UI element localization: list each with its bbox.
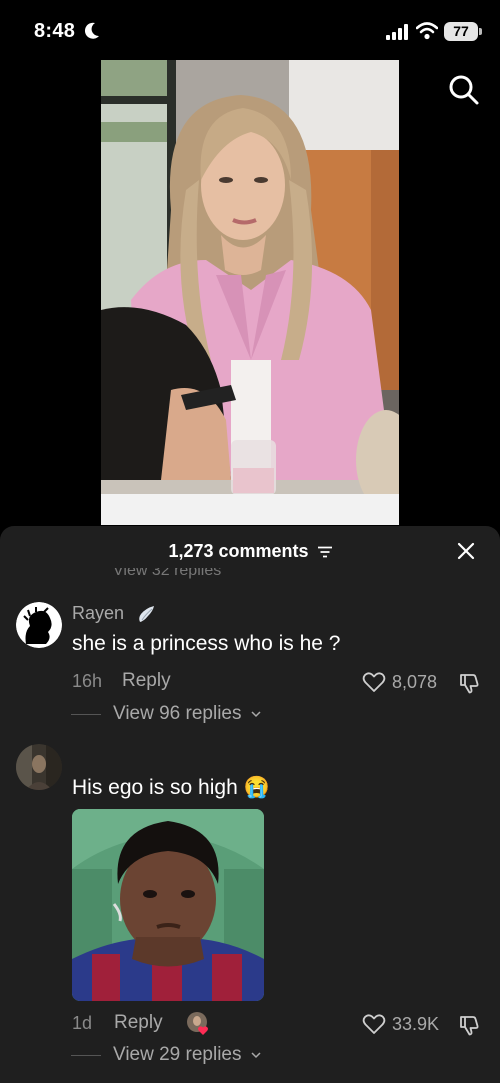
replies-divider xyxy=(71,1055,101,1056)
search-icon[interactable] xyxy=(448,74,480,106)
comments-header: 1,273 comments View 32 replies xyxy=(0,526,500,579)
view-replies-button[interactable]: View 29 replies xyxy=(71,1044,261,1066)
chevron-down-icon xyxy=(251,711,261,718)
heart-icon xyxy=(362,672,386,692)
partial-view-replies[interactable]: View 32 replies xyxy=(113,568,221,580)
comment-attached-image[interactable] xyxy=(72,809,264,1001)
comment-username[interactable]: Rayen xyxy=(72,603,124,624)
view-replies-label: View 29 replies xyxy=(113,1044,242,1065)
angel-wing-icon xyxy=(139,606,154,622)
video-frame xyxy=(101,60,399,510)
dislike-icon[interactable] xyxy=(458,1014,480,1036)
heart-icon xyxy=(362,1014,386,1034)
comments-count-button[interactable]: 1,273 comments xyxy=(0,541,500,562)
chevron-down-icon xyxy=(251,1052,261,1059)
like-button[interactable]: 33.9K xyxy=(362,1012,442,1036)
comment-age: 1d xyxy=(72,1013,93,1033)
moon-icon xyxy=(84,22,99,39)
video-player[interactable] xyxy=(101,60,399,525)
comment-image-content xyxy=(72,809,264,1001)
creator-liked-icon xyxy=(187,1012,208,1035)
comment-age: 16h xyxy=(72,671,103,691)
avatar[interactable] xyxy=(16,744,62,790)
comments-count-label: 1,273 comments xyxy=(168,541,309,561)
battery-indicator: 77 xyxy=(444,22,482,41)
avatar[interactable] xyxy=(16,602,62,648)
filter-icon xyxy=(317,546,332,558)
like-button[interactable]: 8,078 xyxy=(362,670,442,694)
view-replies-button[interactable]: View 96 replies xyxy=(71,703,261,725)
replies-divider xyxy=(71,714,101,715)
dislike-icon[interactable] xyxy=(458,672,480,694)
status-time: 8:48 xyxy=(34,20,76,42)
reply-button[interactable]: Reply xyxy=(114,1012,163,1034)
like-count: 33.9K xyxy=(392,1014,440,1034)
wifi-icon xyxy=(416,22,438,40)
video-bottom-bar xyxy=(101,494,399,525)
comment-text: His ego is so high 😭 xyxy=(72,776,270,799)
view-replies-label: View 96 replies xyxy=(113,703,242,724)
reply-button[interactable]: Reply xyxy=(122,670,171,692)
signal-icon xyxy=(386,24,408,40)
like-count: 8,078 xyxy=(392,672,438,692)
status-bar: 8:48 77 xyxy=(0,0,500,60)
comment-text: she is a princess who is he ? xyxy=(72,632,341,655)
close-icon[interactable] xyxy=(456,541,476,561)
comments-sheet: 1,273 comments View 32 replies Rayen she… xyxy=(0,526,500,1083)
